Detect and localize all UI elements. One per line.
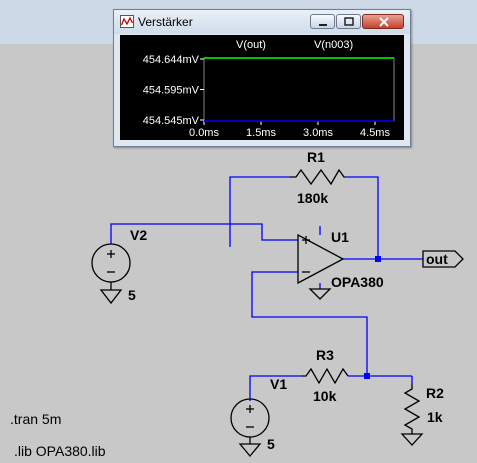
y-tick-label: 454.545mV (143, 115, 200, 127)
close-button[interactable] (362, 14, 404, 29)
output-junction-dot (375, 256, 381, 262)
resistor-r2[interactable]: R2 1k (400, 384, 444, 446)
maximize-button[interactable] (336, 14, 361, 29)
resistor-r1[interactable]: R1 180k (290, 149, 345, 206)
r1-value: 180k (297, 190, 328, 206)
v1-value: 5 (267, 436, 275, 452)
net-label-out-text: out (426, 251, 448, 267)
x-tick-label: 0.0ms (189, 127, 219, 139)
ground-icon (308, 288, 332, 300)
minimize-icon (319, 24, 327, 26)
y-tick-label: 454.595mV (143, 85, 200, 97)
opamp-u1[interactable]: U1 OPA380 (297, 229, 384, 300)
v1-name: V1 (270, 376, 287, 392)
net-label-out[interactable]: out (422, 250, 464, 268)
trace-label-vn003[interactable]: V(n003) (314, 39, 353, 51)
x-tick-label: 3.0ms (303, 127, 333, 139)
r2-value: 1k (427, 409, 443, 425)
divider-junction-dot (364, 373, 370, 379)
spice-directive-lib[interactable]: .lib OPA380.lib (14, 443, 106, 459)
window-title: Verstärker (138, 15, 193, 29)
u1-value: OPA380 (331, 274, 384, 290)
ground-icon (400, 433, 424, 446)
r3-name: R3 (316, 347, 334, 363)
trace-label-vout[interactable]: V(out) (236, 39, 266, 51)
waveform-window[interactable]: Verstärker V(out) V(n003) 454.644mV 454.5… (113, 9, 411, 147)
x-tick-label: 4.5ms (360, 127, 390, 139)
v2-value: 5 (128, 287, 136, 303)
maximize-icon (344, 17, 354, 26)
r2-name: R2 (426, 385, 444, 401)
plot-frame (203, 57, 395, 122)
window-titlebar[interactable]: Verstärker (114, 10, 410, 34)
r3-value: 10k (313, 388, 337, 404)
spice-directive-tran[interactable]: .tran 5m (10, 411, 61, 427)
ground-icon (99, 289, 123, 305)
v2-name: V2 (130, 227, 147, 243)
close-icon (379, 17, 389, 27)
waveform-plot[interactable]: V(out) V(n003) 454.644mV 454.595mV 454.545… (120, 35, 404, 140)
y-tick-label: 454.644mV (143, 54, 200, 66)
waveform-icon (120, 15, 134, 28)
voltage-source-v1[interactable]: V1 5 (230, 376, 287, 458)
resistor-r3[interactable]: R3 10k (302, 347, 349, 404)
u1-name: U1 (331, 229, 349, 245)
r1-name: R1 (307, 149, 325, 165)
minimize-button[interactable] (310, 14, 335, 29)
ground-icon (238, 443, 262, 458)
x-tick-label: 1.5ms (246, 127, 276, 139)
voltage-source-v2[interactable]: V2 5 (91, 227, 147, 305)
